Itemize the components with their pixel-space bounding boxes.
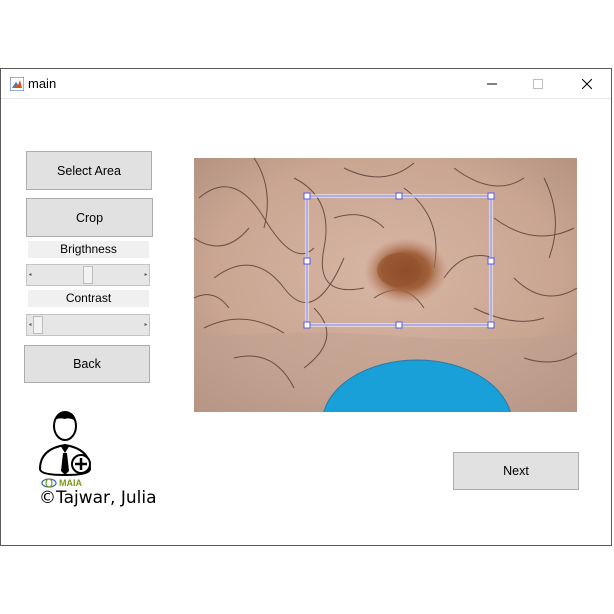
crop-label: Crop bbox=[75, 210, 104, 225]
minimize-icon bbox=[487, 83, 497, 84]
crop-button[interactable]: Crop bbox=[26, 198, 153, 237]
maia-logo-text: MAIA bbox=[59, 478, 82, 488]
doctor-plus-icon bbox=[38, 411, 92, 477]
minimize-button[interactable] bbox=[469, 69, 515, 98]
credit-text: ©Tajwar, Julia bbox=[39, 488, 157, 508]
select-area-button[interactable]: Select Area bbox=[26, 151, 152, 190]
back-label: Back bbox=[73, 357, 101, 371]
matlab-icon bbox=[10, 77, 24, 91]
window-title: main bbox=[28, 76, 57, 91]
next-button[interactable]: Next bbox=[453, 452, 579, 490]
next-label: Next bbox=[503, 464, 529, 478]
skin-lesion-image bbox=[194, 158, 577, 412]
maximize-icon bbox=[533, 78, 543, 89]
contrast-slider-thumb[interactable] bbox=[33, 316, 43, 334]
close-icon bbox=[582, 78, 592, 89]
brightness-label: Brigthness bbox=[28, 241, 149, 258]
back-button[interactable]: Back bbox=[24, 345, 150, 383]
slider-right-arrow-icon[interactable]: ▸ bbox=[143, 265, 149, 285]
title-bar[interactable]: main bbox=[1, 69, 611, 99]
slider-left-arrow-icon[interactable]: ◂ bbox=[27, 265, 33, 285]
brightness-slider-thumb[interactable] bbox=[83, 266, 93, 284]
maia-logo-icon bbox=[41, 478, 57, 488]
app-window: main Select Area Crop Brigthness ◂ ▸ Con… bbox=[0, 68, 612, 546]
select-area-label: Select Area bbox=[57, 163, 121, 178]
close-button[interactable] bbox=[564, 69, 610, 98]
lesion-image-panel[interactable] bbox=[194, 158, 577, 412]
contrast-slider[interactable]: ◂ ▸ bbox=[26, 314, 150, 336]
brightness-slider[interactable]: ◂ ▸ bbox=[26, 264, 150, 286]
maximize-button[interactable] bbox=[515, 69, 561, 98]
slider-right-arrow-icon[interactable]: ▸ bbox=[143, 315, 149, 335]
contrast-label: Contrast bbox=[28, 290, 149, 307]
